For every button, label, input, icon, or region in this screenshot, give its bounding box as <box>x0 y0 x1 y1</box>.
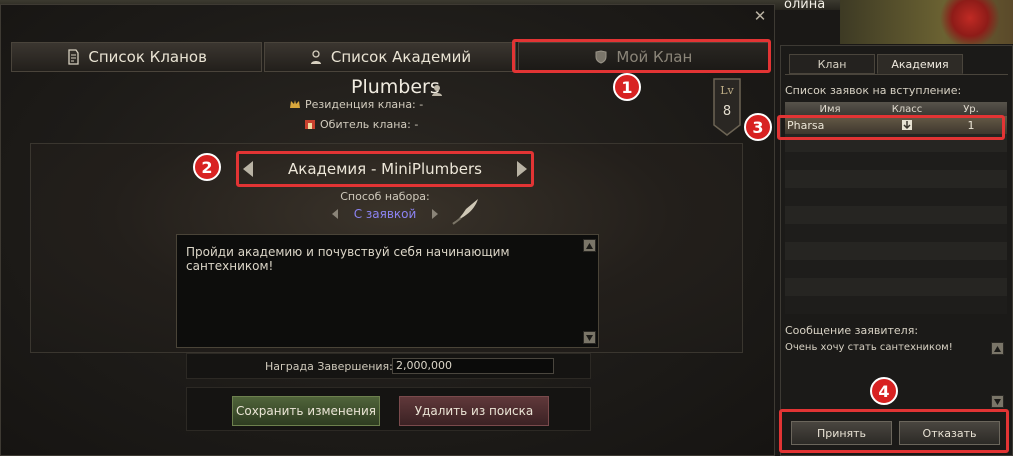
class-icon <box>873 116 941 134</box>
game-world-scene <box>840 0 1013 44</box>
scroll-down-button[interactable] <box>583 331 596 344</box>
academy-name: Академия - MiniPlumbers <box>288 160 482 178</box>
academy-description: Пройди академию и почувствуй себя начина… <box>186 245 510 273</box>
castle-icon <box>304 118 316 130</box>
edit-quill-icon[interactable] <box>449 196 483 226</box>
chevron-right-icon <box>517 161 527 177</box>
annotation-number-4: 4 <box>870 377 898 405</box>
reward-row: Награда Завершения: 2,000,000 <box>186 353 591 379</box>
table-row[interactable]: Pharsa 1 <box>785 116 1007 134</box>
next-method-button[interactable] <box>430 207 440 221</box>
tab-my-clan[interactable]: Мой Клан <box>517 42 769 72</box>
chevron-left-icon <box>243 161 253 177</box>
prev-method-button[interactable] <box>330 207 340 221</box>
message-label: Сообщение заявителя: <box>785 324 919 337</box>
column-level[interactable]: Ур. <box>941 102 1001 116</box>
table-header: Имя Класс Ур. <box>785 102 1007 116</box>
crown-icon <box>289 98 301 110</box>
table-row <box>785 224 1007 242</box>
arrow-down-icon <box>994 398 1001 405</box>
recruit-method-value: С заявкой <box>353 207 417 221</box>
remove-from-search-button[interactable]: Удалить из поиска <box>399 396 549 426</box>
clan-level-value: 8 <box>722 104 732 119</box>
message-scroll-up-button[interactable] <box>991 342 1004 355</box>
prev-academy-button[interactable] <box>238 158 258 180</box>
scroll-icon <box>66 49 80 65</box>
member-count-icon <box>432 81 444 100</box>
tab-academy[interactable]: Академия <box>877 54 963 74</box>
tab-clan[interactable]: Клан <box>789 54 875 74</box>
next-academy-button[interactable] <box>512 158 532 180</box>
right-tabbar: Клан Академия <box>789 54 963 74</box>
applications-label: Список заявок на вступление: <box>785 84 962 97</box>
scroll-up-button[interactable] <box>583 239 596 252</box>
clan-residence-text: Резиденция клана: - <box>305 98 424 111</box>
message-scroll-down-button[interactable] <box>991 395 1004 408</box>
academy-icon <box>309 49 323 65</box>
close-icon[interactable]: ✕ <box>751 7 769 25</box>
player-name: олина <box>784 0 826 12</box>
accept-button[interactable]: Принять <box>791 421 892 445</box>
tab-my-clan-label: Мой Клан <box>616 48 693 66</box>
table-row <box>785 134 1007 152</box>
table-row <box>785 260 1007 278</box>
action-button-row: Сохранить изменения Удалить из поиска <box>186 387 591 431</box>
clan-name: Plumbers <box>351 76 440 98</box>
tab-clan-list[interactable]: Список Кланов <box>11 42 263 72</box>
shield-icon <box>594 49 608 65</box>
main-tabbar: Список Кланов Список Академий Мой Клан <box>11 42 771 72</box>
academy-description-box[interactable]: Пройди академию и почувствуй себя начина… <box>176 234 599 348</box>
table-row <box>785 242 1007 260</box>
arrow-down-icon <box>586 334 593 341</box>
recruit-method-selector: С заявкой <box>330 205 440 223</box>
clan-abode-text: Обитель клана: - <box>320 118 419 131</box>
table-row <box>785 278 1007 296</box>
table-row <box>785 170 1007 188</box>
reject-button[interactable]: Отказать <box>899 421 1000 445</box>
clan-abode: Обитель клана: - <box>304 118 418 131</box>
save-changes-button[interactable]: Сохранить изменения <box>232 396 380 426</box>
chevron-right-icon <box>431 209 438 219</box>
tab-clan-list-label: Список Кланов <box>88 48 207 66</box>
applicant-level: 1 <box>967 118 975 132</box>
arrow-up-icon <box>586 242 593 249</box>
tab-academy-list-label: Список Академий <box>330 48 472 66</box>
tab-academy-list[interactable]: Список Академий <box>264 42 516 72</box>
annotation-number-1: 1 <box>613 73 641 101</box>
reward-input[interactable]: 2,000,000 <box>392 358 554 374</box>
column-name[interactable]: Имя <box>785 102 873 116</box>
tab-divider <box>785 74 1008 75</box>
table-body: Pharsa 1 <box>785 116 1007 314</box>
table-row <box>785 206 1007 224</box>
clan-level-label: Lv <box>720 84 734 97</box>
applications-table: Имя Класс Ур. Pharsa 1 <box>785 102 1007 314</box>
column-class[interactable]: Класс <box>873 102 941 116</box>
clan-level-badge: Lv 8 <box>713 78 741 136</box>
recruit-method-label: Способ набора: <box>340 190 430 203</box>
applicant-message-box: Очень хочу стать сантехником! <box>785 338 1007 410</box>
table-row <box>785 296 1007 314</box>
annotation-number-3: 3 <box>744 113 772 141</box>
academy-selector: Академия - MiniPlumbers <box>238 153 532 185</box>
table-row <box>785 152 1007 170</box>
clan-residence: Резиденция клана: - <box>289 98 423 111</box>
annotation-number-2: 2 <box>193 153 221 181</box>
arrow-up-icon <box>994 345 1001 352</box>
applicant-message: Очень хочу стать сантехником! <box>785 342 953 353</box>
table-row <box>785 188 1007 206</box>
reward-label: Награда Завершения: <box>265 360 393 373</box>
applicant-name: Pharsa <box>787 118 825 132</box>
chevron-left-icon <box>332 209 338 219</box>
